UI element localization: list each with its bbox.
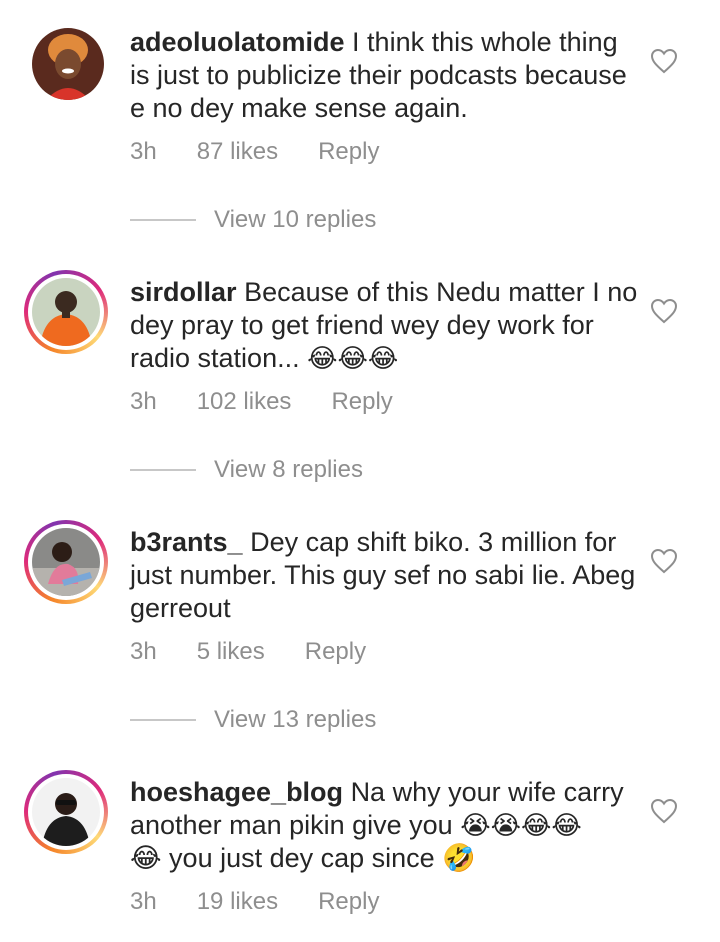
emoji-group: 😂😂😂: [307, 344, 399, 374]
avatar-ring-gap: [28, 774, 104, 850]
avatar-image: [32, 278, 100, 346]
replies-divider: [130, 219, 196, 221]
comment-likes[interactable]: 87 likes: [197, 138, 278, 166]
comment-username[interactable]: b3rants_: [130, 527, 243, 557]
avatar[interactable]: [24, 770, 108, 854]
comment-meta: 3h 87 likes Reply: [130, 138, 379, 166]
comment-time: 3h: [130, 888, 157, 915]
avatar-ring-gap: [28, 274, 104, 350]
heart-icon[interactable]: [650, 298, 678, 324]
comment-text: adeoluolatomide I think this whole thing…: [130, 26, 640, 125]
heart-icon[interactable]: [650, 548, 678, 574]
comment-text: b3rants_ Dey cap shift biko. 3 million f…: [130, 526, 640, 625]
comment-likes[interactable]: 19 likes: [197, 888, 278, 916]
comment-likes[interactable]: 102 likes: [197, 388, 292, 416]
replies-divider: [130, 469, 196, 471]
avatar-ring-gap: [28, 524, 104, 600]
comment-username[interactable]: sirdollar: [130, 277, 237, 307]
comment-time: 3h: [130, 138, 157, 165]
reply-button[interactable]: Reply: [318, 888, 379, 916]
reply-button[interactable]: Reply: [318, 138, 379, 166]
avatar[interactable]: [24, 520, 108, 604]
comment-time: 3h: [130, 638, 157, 665]
avatar-image: [32, 778, 100, 846]
comment-meta: 3h 102 likes Reply: [130, 388, 393, 416]
avatar-image: [32, 528, 100, 596]
comment-likes[interactable]: 5 likes: [197, 638, 265, 666]
heart-icon[interactable]: [650, 798, 678, 824]
heart-icon[interactable]: [650, 48, 678, 74]
view-replies-label: View 13 replies: [214, 706, 377, 733]
comment-text: hoeshagee_blog Na why your wife carry an…: [130, 776, 640, 875]
reply-button[interactable]: Reply: [331, 388, 392, 416]
comment-time: 3h: [130, 388, 157, 415]
comment-text: sirdollar Because of this Nedu matter I …: [130, 276, 640, 375]
comment-body-continued: 😂 you just dey cap since 🤣: [130, 843, 476, 873]
view-replies-button[interactable]: View 13 replies: [130, 706, 376, 734]
avatar[interactable]: [24, 270, 108, 354]
comment-meta: 3h 19 likes Reply: [130, 888, 379, 916]
view-replies-button[interactable]: View 8 replies: [130, 456, 363, 484]
reply-button[interactable]: Reply: [305, 638, 366, 666]
comment-username[interactable]: adeoluolatomide: [130, 27, 345, 57]
view-replies-label: View 8 replies: [214, 456, 363, 483]
avatar-image: [32, 28, 104, 100]
emoji-group: 😭😭😂😂: [460, 811, 582, 841]
replies-divider: [130, 719, 196, 721]
comment-username[interactable]: hoeshagee_blog: [130, 777, 343, 807]
view-replies-button[interactable]: View 10 replies: [130, 206, 376, 234]
comment-meta: 3h 5 likes Reply: [130, 638, 366, 666]
avatar[interactable]: [32, 28, 104, 100]
view-replies-label: View 10 replies: [214, 206, 377, 233]
